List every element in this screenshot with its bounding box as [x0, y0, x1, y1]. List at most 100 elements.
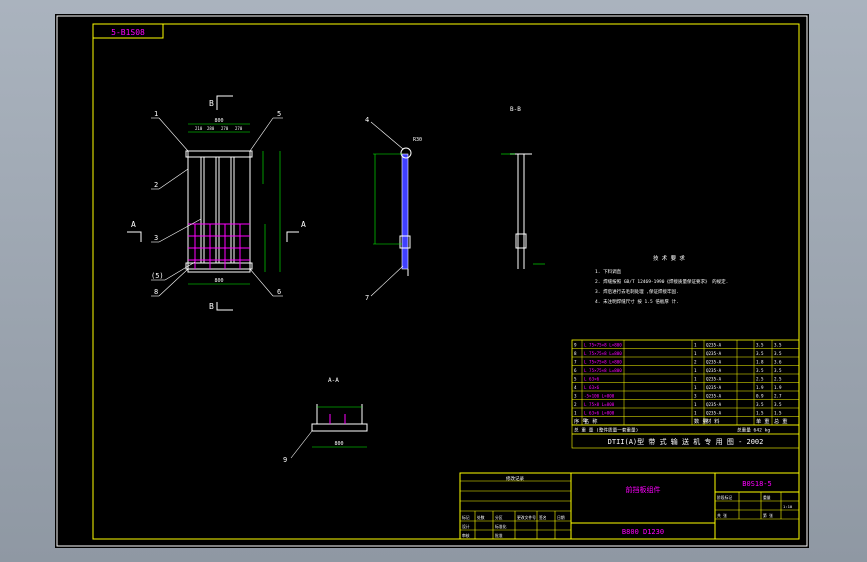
bom-cell: 3.5	[774, 402, 782, 407]
svg-text:设计: 设计	[462, 524, 470, 529]
bom-cell: Q235-A	[706, 376, 722, 381]
bom-cell: Q235-A	[706, 359, 722, 364]
bom-cell: Q235-A	[706, 385, 722, 390]
bom-total-line: 总 重 量 (整件质量一套重量)	[574, 427, 638, 434]
dim-aa-bottom: 800	[334, 441, 343, 447]
bom-total-value: 总重量 642 kg	[737, 427, 770, 434]
svg-text:3. 焊后进行去毛刺处理 ,保证焊接牢固.: 3. 焊后进行去毛刺处理 ,保证焊接牢固.	[595, 288, 679, 295]
bom-table: 9 L 75×75×8 L=800 1 Q235-A 3.5 3.5 8 L 75×75×8 …	[571, 339, 800, 449]
bom-cell: 3.6	[774, 359, 782, 364]
notes-title: 技 术 要 求	[653, 254, 685, 262]
bom-cell: 1.9	[756, 385, 764, 390]
part-name: 前挡板组件	[626, 485, 661, 494]
bom-cell: 1.8	[756, 359, 764, 364]
bom-cell: 1	[694, 351, 697, 356]
svg-text:第 张: 第 张	[763, 513, 773, 518]
bom-cell: 7	[574, 359, 577, 364]
bom-cell: -5×100 L=800	[584, 393, 615, 398]
bom-cell: 1	[694, 376, 697, 381]
bom-cell: 1.5	[774, 410, 782, 415]
dim-bottom-width: 800	[214, 278, 223, 284]
bom-cell: 3	[694, 393, 697, 398]
bom-header-cell: 材 料	[706, 417, 720, 425]
bom-cell: 1	[694, 402, 697, 407]
bom-cell: 0.9	[756, 393, 764, 398]
svg-text:(5): (5)	[151, 272, 164, 280]
svg-text:标记: 标记	[462, 515, 470, 520]
bom-cell: 4	[574, 385, 577, 390]
bom-cell: 2.7	[774, 393, 782, 398]
bom-cell: Q235-A	[706, 393, 722, 398]
bom-cell: L 75×75×8 L=800	[584, 368, 622, 373]
bom-cell: L 75×75×8 L=800	[584, 351, 622, 356]
bom-cell: 1.5	[756, 410, 764, 415]
svg-text:280: 280	[207, 126, 215, 131]
bom-cell: L 63×6	[584, 385, 600, 390]
svg-text:5: 5	[277, 110, 281, 118]
bom-cell: 2	[574, 402, 577, 407]
svg-text:210: 210	[195, 126, 203, 131]
bom-cell: 8	[574, 351, 577, 356]
bom-cell: 3.5	[774, 368, 782, 373]
section-a-left: A	[131, 220, 136, 229]
cad-viewport: 5-B1S08 B B A A 800 210 280 270 270 800 …	[0, 0, 867, 562]
bom-cell: 9	[574, 342, 577, 347]
svg-text:3: 3	[154, 234, 158, 242]
bom-header-cell: 总 重	[774, 417, 788, 425]
svg-text:8: 8	[154, 288, 158, 296]
svg-text:1. 下料调直: 1. 下料调直	[595, 268, 622, 275]
bom-cell: Q235-A	[706, 351, 722, 356]
svg-text:270: 270	[221, 126, 229, 131]
svg-text:签名: 签名	[539, 515, 547, 520]
bom-cell: 1	[694, 368, 697, 373]
svg-text:6: 6	[277, 288, 281, 296]
bom-cell: Q235-A	[706, 402, 722, 407]
bom-cell: L 75×75×8 L=800	[584, 359, 622, 364]
svg-text:7: 7	[365, 294, 369, 302]
front-view: B B A A 800 210 280 270 270 800 1 2 3 (5…	[127, 95, 306, 311]
bom-cell: 1.9	[774, 385, 782, 390]
rev-header: 修改记录	[506, 475, 524, 482]
section-b-top: B	[209, 99, 214, 108]
svg-text:270: 270	[235, 126, 243, 131]
drawing-canvas[interactable]: 5-B1S08 B B A A 800 210 280 270 270 800 …	[55, 14, 809, 548]
bom-cell: L 75×8 L=800	[584, 402, 615, 407]
svg-text:标准化: 标准化	[495, 524, 507, 529]
bom-cell: 1	[694, 385, 697, 390]
aa-title: A-A	[328, 377, 339, 384]
bom-cell: 3.5	[774, 342, 782, 347]
aa-view: A-A 800 9	[283, 377, 368, 464]
svg-text:日期: 日期	[557, 515, 565, 520]
bom-header-cell: 单 重	[756, 417, 770, 425]
bom-cell: 5	[574, 376, 577, 381]
bom-cell: L 63×6	[584, 376, 600, 381]
svg-text:9: 9	[283, 456, 287, 464]
bom-cell: L 63×6 L=800	[584, 410, 615, 415]
drawing-code: 5-B1S08	[111, 28, 145, 37]
svg-text:2: 2	[154, 181, 158, 189]
svg-text:分区: 分区	[495, 515, 503, 520]
bom-cell: 3.5	[756, 342, 764, 347]
bom-cell: 3.5	[774, 351, 782, 356]
bom-cell: 3.5	[756, 368, 764, 373]
technical-notes: 技 术 要 求 1. 下料调直 2. 焊缝按照 GB/T 12469-1990《…	[595, 254, 728, 305]
bom-cell: 3.5	[756, 351, 764, 356]
section-a-right: A	[301, 220, 306, 229]
bom-cell: Q235-A	[706, 342, 722, 347]
drawing-sheet[interactable]: 5-B1S08 B B A A 800 210 280 270 270 800 …	[55, 14, 809, 548]
side-view: R30 4 7	[365, 116, 422, 302]
bom-cell: 1	[694, 410, 697, 415]
svg-text:共 张: 共 张	[717, 513, 727, 518]
svg-text:4. 未注明焊缝尺寸 按 1.5 倍板厚 计.: 4. 未注明焊缝尺寸 按 1.5 倍板厚 计.	[595, 298, 679, 305]
bom-cell: 2.5	[756, 376, 764, 381]
spec: B800 D1230	[622, 528, 664, 536]
drawing-number: B0S18-5	[742, 480, 772, 488]
svg-text:批准: 批准	[495, 533, 503, 538]
section-b-bottom: B	[209, 302, 214, 311]
dim-top-total: 800	[214, 118, 223, 124]
svg-text:处数: 处数	[477, 515, 485, 520]
bom-cell: 2.5	[774, 376, 782, 381]
bom-cell: 3.5	[756, 402, 764, 407]
svg-text:阶段标记: 阶段标记	[717, 495, 732, 500]
bom-cell: 1	[694, 342, 697, 347]
